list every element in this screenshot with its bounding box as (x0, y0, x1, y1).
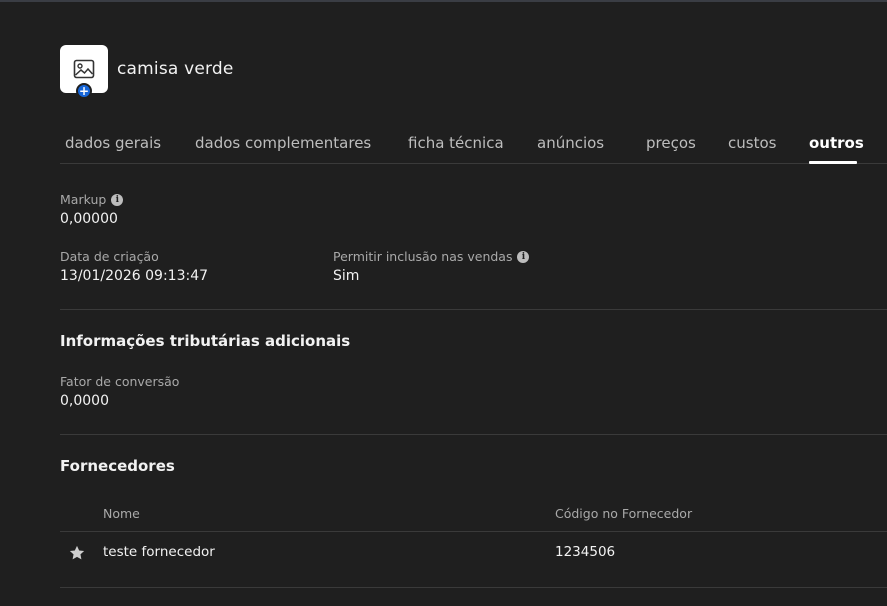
star-icon[interactable] (68, 544, 86, 562)
window-top-border (0, 0, 887, 2)
suppliers-section-title: Fornecedores (60, 457, 175, 475)
section-divider (60, 434, 887, 435)
image-icon (73, 59, 95, 79)
column-header-name: Nome (103, 506, 140, 521)
section-divider (60, 309, 887, 310)
info-icon[interactable]: i (517, 250, 530, 263)
allow-sales-label: Permitir inclusão nas vendas i (333, 249, 530, 264)
product-thumbnail[interactable]: + (60, 45, 108, 99)
creation-date-value: 13/01/2026 09:13:47 (60, 268, 209, 284)
conversion-factor-value: 0,0000 (60, 393, 109, 409)
creation-date-label: Data de criação (60, 249, 159, 264)
markup-label-text: Markup (60, 192, 107, 207)
allow-sales-value: Sim (333, 268, 360, 284)
product-page: + camisa verde dados gerais dados comple… (0, 0, 887, 606)
tab-bar: dados gerais dados complementares ficha … (60, 128, 887, 164)
table-row-divider (60, 587, 887, 588)
tab-precos[interactable]: preços (646, 134, 696, 152)
tab-custos[interactable]: custos (728, 134, 776, 152)
conversion-factor-label: Fator de conversão (60, 374, 179, 389)
conversion-factor-label-text: Fator de conversão (60, 374, 180, 389)
active-tab-indicator (809, 161, 857, 164)
product-header: + camisa verde (60, 45, 234, 99)
markup-label: Markup i (60, 192, 124, 207)
tab-dados-gerais[interactable]: dados gerais (65, 134, 161, 152)
supplier-code-cell: 1234506 (555, 544, 616, 560)
info-icon[interactable]: i (111, 193, 124, 206)
tax-section-title: Informações tributárias adicionais (60, 332, 351, 350)
column-header-supplier-code: Código no Fornecedor (555, 506, 693, 521)
tab-anuncios[interactable]: anúncios (537, 134, 604, 152)
allow-sales-label-text: Permitir inclusão nas vendas (333, 249, 513, 264)
tab-dados-complementares[interactable]: dados complementares (195, 134, 371, 152)
table-header-divider (60, 531, 887, 532)
tab-outros[interactable]: outros (809, 134, 864, 152)
supplier-name-cell: teste fornecedor (103, 544, 215, 560)
creation-date-label-text: Data de criação (60, 249, 159, 264)
markup-value: 0,00000 (60, 211, 118, 227)
product-title: camisa verde (117, 59, 234, 79)
tab-ficha-tecnica[interactable]: ficha técnica (408, 134, 504, 152)
add-image-plus-icon[interactable]: + (76, 83, 92, 99)
